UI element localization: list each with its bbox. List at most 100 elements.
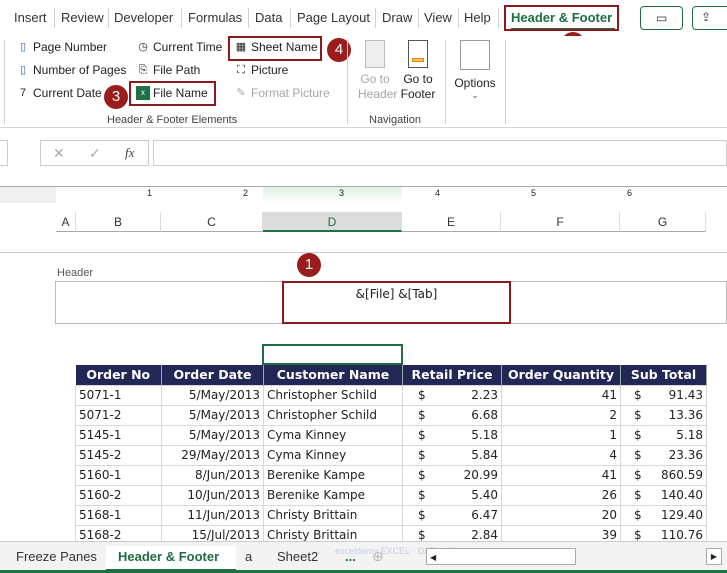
cell-retail-price[interactable]: $5.84 (402, 444, 502, 466)
cell-order-quantity[interactable]: 20 (501, 504, 621, 526)
tab-data[interactable]: Data (255, 10, 282, 25)
tab-review[interactable]: Review (61, 10, 104, 25)
cell-sub-total[interactable]: $13.36 (620, 404, 707, 426)
cell-order-quantity[interactable]: 4 (501, 444, 621, 466)
currency-symbol: $ (634, 528, 642, 542)
current-date-button[interactable]: 7 Current Date (16, 86, 102, 100)
cell-order-quantity[interactable]: 26 (501, 484, 621, 506)
tab-help[interactable]: Help (464, 10, 491, 25)
cell-order-no[interactable]: 5168-1 (75, 504, 162, 526)
name-box[interactable] (0, 140, 8, 166)
cell-retail-price[interactable]: $5.18 (402, 424, 502, 446)
formula-input[interactable] (153, 140, 727, 166)
column-header-f[interactable]: F (501, 212, 620, 232)
tab-draw[interactable]: Draw (382, 10, 412, 25)
cell-retail-price[interactable]: $6.47 (402, 504, 502, 526)
cell-order-date[interactable]: 5/May/2013 (161, 404, 264, 426)
cell-sub-total[interactable]: $5.18 (620, 424, 707, 446)
cell-order-quantity[interactable]: 41 (501, 384, 621, 406)
go-to-footer-button[interactable]: Go to Footer (399, 40, 437, 102)
cell-order-no[interactable]: 5160-2 (75, 484, 162, 506)
cell-order-date[interactable]: 5/May/2013 (161, 424, 264, 446)
cell-retail-price[interactable]: $20.99 (402, 464, 502, 486)
column-header-c[interactable]: C (161, 212, 263, 232)
cell-sub-total[interactable]: $129.40 (620, 504, 707, 526)
format-picture-button[interactable]: ✎ Format Picture (234, 86, 329, 100)
currency-symbol: $ (418, 468, 426, 482)
th-customer-name[interactable]: Customer Name (263, 365, 403, 385)
cell-order-quantity[interactable]: 2 (501, 404, 621, 426)
column-header-d[interactable]: D (263, 212, 402, 232)
cell-order-quantity[interactable]: 1 (501, 424, 621, 446)
cell-customer-name[interactable]: Berenike Kampe (263, 464, 403, 486)
sheet-tab-freeze-panes[interactable]: Freeze Panes (16, 549, 97, 564)
cell-order-date[interactable]: 10/Jun/2013 (161, 484, 264, 506)
cell-sub-total[interactable]: $91.43 (620, 384, 707, 406)
cell-customer-name[interactable]: Christopher Schild (263, 384, 403, 406)
cell-customer-name[interactable]: Christy Brittain (263, 504, 403, 526)
file-path-button[interactable]: ⎘ File Path (136, 63, 201, 77)
cell-order-date[interactable]: 11/Jun/2013 (161, 504, 264, 526)
currency-symbol: $ (634, 488, 642, 502)
sheet-tab-sheet2[interactable]: Sheet2 (277, 549, 318, 564)
th-sub-total[interactable]: Sub Total (620, 365, 707, 385)
picture-button[interactable]: ⛶ Picture (234, 63, 288, 77)
horizontal-scrollbar[interactable]: ◀ (426, 548, 576, 565)
selected-cell[interactable] (262, 344, 403, 365)
currency-symbol: $ (418, 508, 426, 522)
cell-retail-price[interactable]: $6.68 (402, 404, 502, 426)
picture-icon: ⛶ (237, 64, 245, 76)
cell-order-no[interactable]: 5071-2 (75, 404, 162, 426)
sheet-tab-header-footer[interactable]: Header & Footer (118, 549, 219, 564)
cell-order-no[interactable]: 5145-2 (75, 444, 162, 466)
ruler: 1 2 3 4 5 6 (0, 186, 727, 204)
cell-sub-total[interactable]: $140.40 (620, 484, 707, 506)
column-header-b[interactable]: B (76, 212, 161, 232)
cell-customer-name[interactable]: Christopher Schild (263, 404, 403, 426)
column-header-e[interactable]: E (402, 212, 501, 232)
share-button[interactable]: ⇪ (692, 6, 727, 30)
column-header-a[interactable]: A (56, 212, 76, 232)
th-order-no[interactable]: Order No (75, 365, 162, 385)
cell-customer-name[interactable]: Berenike Kampe (263, 484, 403, 506)
cell-order-quantity[interactable]: 41 (501, 464, 621, 486)
cancel-icon[interactable]: ✕ (53, 145, 65, 162)
cell-customer-name[interactable]: Cyma Kinney (263, 424, 403, 446)
tab-view[interactable]: View (424, 10, 452, 25)
options-button[interactable]: Options ⌄ (452, 40, 498, 101)
header-center-text[interactable]: &[File] &[Tab] (284, 287, 509, 301)
cell-order-no[interactable]: 5145-1 (75, 424, 162, 446)
cell-order-no[interactable]: 5071-1 (75, 384, 162, 406)
header-center-section[interactable]: &[File] &[Tab] (282, 281, 511, 324)
comments-button[interactable]: ▭ (640, 6, 683, 30)
number-of-pages-button[interactable]: ▯ Number of Pages (16, 63, 126, 77)
th-order-quantity[interactable]: Order Quantity (501, 365, 621, 385)
tab-page-layout[interactable]: Page Layout (297, 10, 370, 25)
table-header-row: Order No Order Date Customer Name Retail… (75, 365, 707, 385)
th-retail-price[interactable]: Retail Price (402, 365, 502, 385)
cell-retail-price[interactable]: $2.23 (402, 384, 502, 406)
fx-icon[interactable]: fx (125, 145, 134, 161)
sheet-tab-a[interactable]: a (245, 549, 252, 564)
tab-insert[interactable]: Insert (14, 10, 47, 25)
cell-sub-total[interactable]: $860.59 (620, 464, 707, 486)
scroll-left-icon[interactable]: ◀ (430, 553, 436, 562)
tab-developer[interactable]: Developer (114, 10, 173, 25)
tab-formulas[interactable]: Formulas (188, 10, 242, 25)
go-to-header-button[interactable]: Go to Header (358, 40, 397, 102)
scroll-right-icon[interactable]: ▶ (706, 548, 722, 565)
current-time-button[interactable]: ◷ Current Time (136, 40, 222, 54)
cell-retail-price[interactable]: $5.40 (402, 484, 502, 506)
table-row: 5168-1 11/Jun/2013 Christy Brittain $6.47 20… (75, 504, 707, 526)
cell-customer-name[interactable]: Cyma Kinney (263, 444, 403, 466)
cell-order-date[interactable]: 29/May/2013 (161, 444, 264, 466)
cell-order-no[interactable]: 5160-1 (75, 464, 162, 486)
th-order-date[interactable]: Order Date (161, 365, 264, 385)
highlight-file-name (129, 81, 216, 106)
column-header-g[interactable]: G (620, 212, 706, 232)
cell-sub-total[interactable]: $23.36 (620, 444, 707, 466)
cell-order-date[interactable]: 5/May/2013 (161, 384, 264, 406)
page-number-button[interactable]: ▯ Page Number (16, 40, 107, 54)
enter-icon[interactable]: ✓ (89, 145, 101, 162)
cell-order-date[interactable]: 8/Jun/2013 (161, 464, 264, 486)
